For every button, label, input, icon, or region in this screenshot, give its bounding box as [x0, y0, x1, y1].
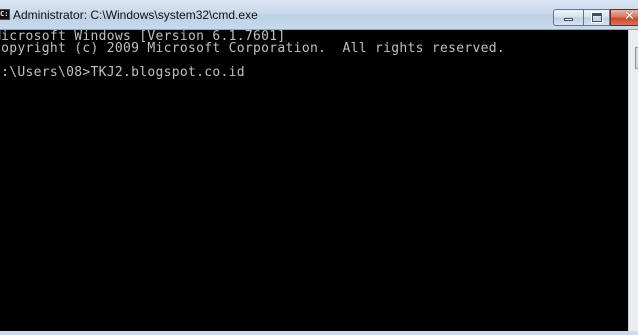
- title-bar[interactable]: C: Administrator: C:\Windows\system32\cm…: [0, 0, 638, 30]
- close-button[interactable]: ✕: [610, 9, 638, 26]
- maximize-icon: [591, 12, 603, 23]
- minimize-button[interactable]: [553, 9, 583, 26]
- maximize-button[interactable]: [583, 9, 610, 26]
- caption-buttons: ✕: [553, 9, 638, 27]
- window-frame-bottom: [0, 331, 638, 335]
- minimize-icon: [564, 18, 573, 21]
- console-line-copyright: Copyright (c) 2009 Microsoft Corporation…: [0, 41, 505, 56]
- window-title: Administrator: C:\Windows\system32\cmd.e…: [13, 8, 258, 22]
- console-output[interactable]: Microsoft Windows [Version 6.1.7601] Cop…: [0, 30, 628, 335]
- console-line-prompt: C:\Users\08>TKJ2.blogspot.co.id: [0, 65, 245, 80]
- vertical-scrollbar[interactable]: [628, 30, 638, 335]
- close-icon: ✕: [624, 9, 635, 24]
- cmd-window: C: Administrator: C:\Windows\system32\cm…: [0, 0, 638, 335]
- cmd-icon[interactable]: C:: [0, 9, 10, 20]
